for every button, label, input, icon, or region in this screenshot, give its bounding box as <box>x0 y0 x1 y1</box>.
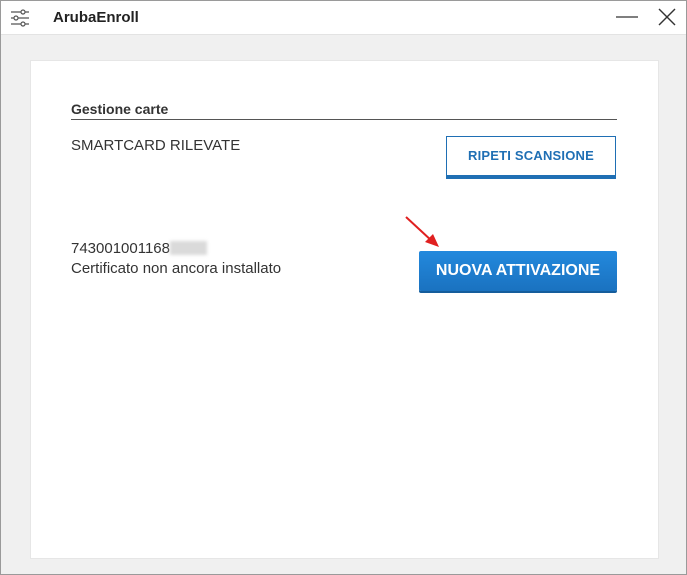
app-window: ArubaEnroll Gestione carte SMARTCARD RIL… <box>0 0 687 575</box>
card-number-redacted <box>170 240 207 255</box>
title-bar: ArubaEnroll <box>1 1 686 35</box>
card-number-text: 743001001168 <box>71 240 170 257</box>
settings-sliders-icon[interactable] <box>10 9 30 27</box>
section-divider <box>71 119 617 120</box>
certificate-status: Certificato non ancora installato <box>71 260 282 277</box>
section-title: Gestione carte <box>71 101 169 117</box>
detected-smartcards-label: SMARTCARD RILEVATE <box>71 137 241 154</box>
red-arrow-annotation <box>405 216 439 247</box>
card-number: 743001001168 <box>71 240 207 257</box>
rescan-button[interactable]: RIPETI SCANSIONE <box>446 136 616 176</box>
minimize-icon <box>616 16 638 18</box>
new-activation-button[interactable]: NUOVA ATTIVAZIONE <box>419 251 617 291</box>
close-button[interactable] <box>647 1 687 34</box>
card-management-panel: Gestione carte SMARTCARD RILEVATE RIPETI… <box>30 60 659 559</box>
app-title: ArubaEnroll <box>53 9 139 26</box>
minimize-button[interactable] <box>606 1 646 34</box>
close-icon <box>658 8 676 26</box>
